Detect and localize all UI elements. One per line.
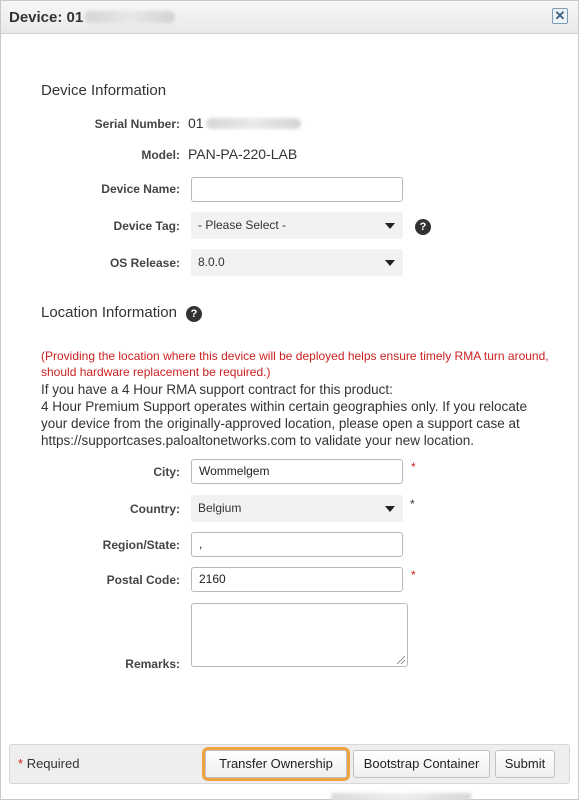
rma-notice-line: If you have a 4 Hour RMA support contrac… bbox=[41, 382, 393, 397]
device-tag-label: Device Tag: bbox=[113, 219, 180, 233]
device-tag-help-icon[interactable]: ? bbox=[415, 219, 431, 235]
required-legend: * Required bbox=[18, 756, 79, 771]
postal-required-marker: * bbox=[411, 568, 416, 582]
device-tag-value: - Please Select - bbox=[198, 218, 287, 232]
resize-grip-icon[interactable] bbox=[397, 656, 405, 664]
os-release-value: 8.0.0 bbox=[198, 255, 225, 269]
os-release-select[interactable]: 8.0.0 bbox=[191, 249, 403, 276]
dialog-title: Device: 01 bbox=[9, 9, 176, 26]
device-info-heading: Device Information bbox=[41, 82, 167, 99]
postal-code-input[interactable]: 2160 bbox=[191, 567, 403, 592]
os-release-label: OS Release: bbox=[109, 256, 180, 270]
country-required-marker: * bbox=[410, 497, 415, 511]
serial-value-text: 01 bbox=[188, 115, 204, 131]
redacted-serial-number bbox=[205, 118, 301, 129]
city-label: City: bbox=[153, 465, 180, 479]
background-bleed bbox=[331, 793, 471, 800]
region-label: Region/State: bbox=[102, 538, 180, 552]
chevron-down-icon bbox=[385, 260, 395, 266]
postal-code-label: Postal Code: bbox=[106, 573, 180, 587]
serial-value: 01 bbox=[188, 115, 301, 131]
country-value: Belgium bbox=[198, 501, 242, 515]
location-help-icon[interactable]: ? bbox=[186, 306, 202, 322]
device-name-label: Device Name: bbox=[101, 182, 180, 196]
required-legend-text: Required bbox=[26, 756, 80, 771]
required-legend-star: * bbox=[18, 756, 24, 771]
country-select[interactable]: Belgium bbox=[191, 495, 403, 522]
region-input[interactable]: , bbox=[191, 532, 403, 557]
model-value: PAN-PA-220-LAB bbox=[188, 146, 298, 162]
device-dialog: Device: 01 ✕ Device Information Serial N… bbox=[0, 0, 579, 800]
chevron-down-icon bbox=[385, 223, 395, 229]
serial-label: Serial Number: bbox=[94, 117, 180, 131]
rma-notice: If you have a 4 Hour RMA support contrac… bbox=[41, 381, 561, 449]
remarks-textarea[interactable] bbox=[191, 603, 408, 667]
location-info-heading: Location Information bbox=[41, 304, 177, 321]
dialog-footer: * Required Transfer Ownership Bootstrap … bbox=[9, 744, 570, 784]
transfer-ownership-button[interactable]: Transfer Ownership bbox=[205, 750, 347, 778]
rma-notice-line: your device from the originally-approved… bbox=[41, 416, 520, 431]
model-label: Model: bbox=[141, 148, 180, 162]
city-input[interactable]: Wommelgem bbox=[191, 459, 403, 484]
device-tag-select[interactable]: - Please Select - bbox=[191, 212, 403, 239]
rma-notice-line: 4 Hour Premium Support operates within c… bbox=[41, 399, 528, 414]
dialog-title-text: Device: 01 bbox=[9, 9, 84, 26]
remarks-label: Remarks: bbox=[125, 657, 180, 671]
close-icon[interactable]: ✕ bbox=[552, 8, 568, 24]
dialog-titlebar: Device: 01 ✕ bbox=[1, 1, 578, 34]
country-label: Country: bbox=[130, 502, 180, 516]
city-required-marker: * bbox=[411, 460, 416, 474]
chevron-down-icon bbox=[385, 506, 395, 512]
device-name-input[interactable] bbox=[191, 177, 403, 202]
rma-notice-line: https://supportcases.paloaltonetworks.co… bbox=[41, 433, 474, 448]
location-warning: (Providing the location where this devic… bbox=[41, 349, 549, 379]
submit-button[interactable]: Submit bbox=[495, 750, 555, 778]
bootstrap-container-button[interactable]: Bootstrap Container bbox=[353, 750, 490, 778]
redacted-serial bbox=[85, 11, 176, 23]
